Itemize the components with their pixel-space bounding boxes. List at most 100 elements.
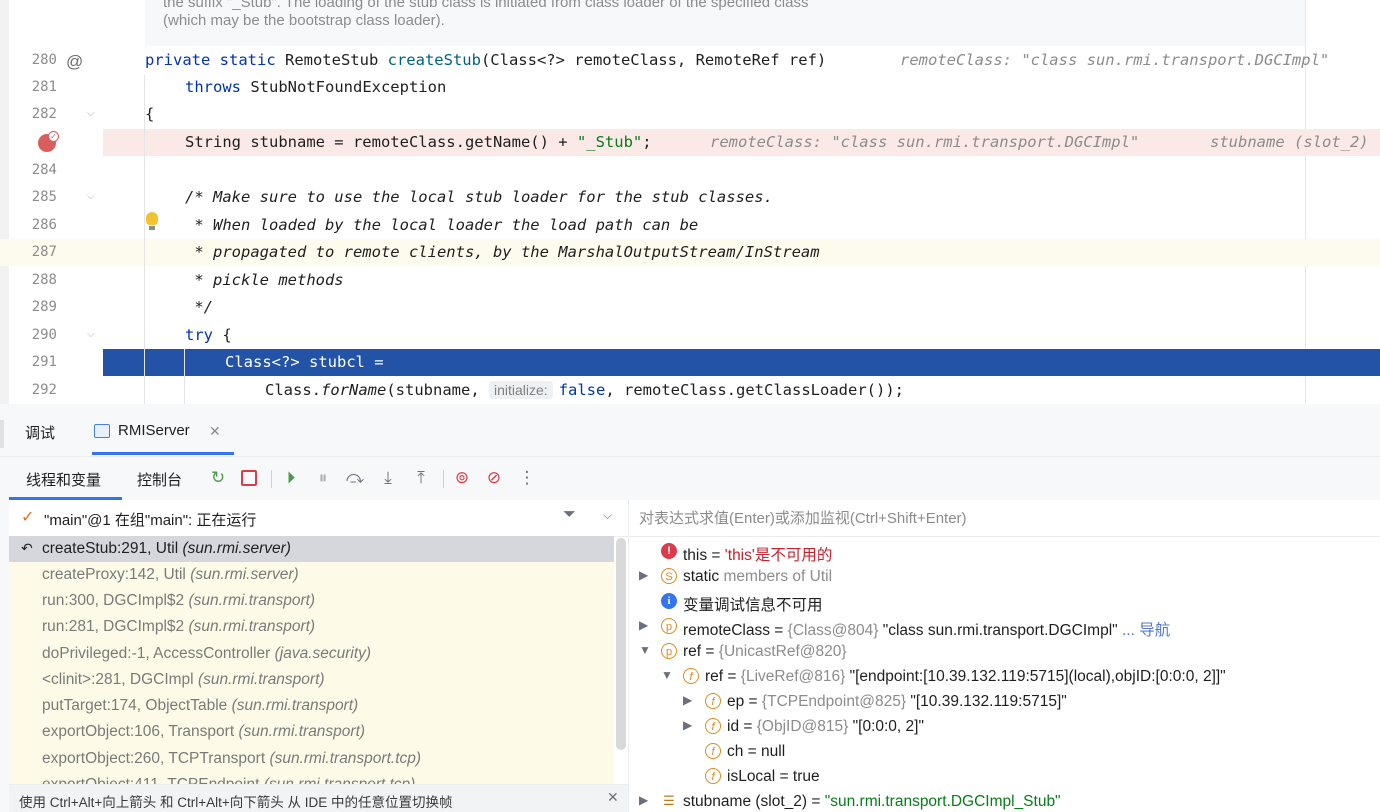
code-line-286[interactable]: 286 * When loaded by the local loader th…: [0, 212, 1380, 239]
collapse-arrow-icon[interactable]: ▼: [639, 643, 651, 657]
keyword: false: [558, 381, 606, 399]
tab-threads-variables[interactable]: 线程和变量: [26, 469, 101, 490]
more-options-icon[interactable]: ⋮: [516, 467, 538, 489]
stack-frame[interactable]: doPrivileged:-1, AccessController (java.…: [9, 641, 614, 667]
debug-title: 调试: [25, 425, 56, 442]
code-line-290[interactable]: 290 try {: [0, 322, 1380, 349]
variable-isLocal[interactable]: f isLocal = true: [629, 765, 1380, 790]
stack-frame[interactable]: run:281, DGCImpl$2 (sun.rmi.transport): [9, 614, 614, 640]
line-number: 285: [31, 189, 57, 205]
frame-package: (sun.rmi.transport): [188, 618, 316, 635]
evaluate-expression-input[interactable]: [629, 500, 1380, 536]
code-line-282[interactable]: 282 {: [0, 101, 1380, 128]
code-line-292[interactable]: 292 Class.forName(stubname, initialize: f…: [0, 377, 1380, 404]
variable-ep[interactable]: ▶ f ep = {TCPEndpoint@825} "[10.39.132.1…: [629, 690, 1380, 715]
close-hint-icon[interactable]: ✕: [607, 789, 619, 806]
code-text: (stubname,: [386, 381, 489, 399]
code-text: Class<?> stubcl =: [225, 353, 384, 371]
frame-method: createStub:291, Util: [42, 540, 183, 557]
stack-frame[interactable]: createProxy:142, Util (sun.rmi.server): [9, 562, 614, 588]
fold-chevron-icon[interactable]: ⌵: [87, 108, 95, 119]
lightbulb-icon[interactable]: [146, 212, 158, 225]
toolbar-separator: [443, 470, 444, 488]
override-at-icon[interactable]: @: [66, 52, 83, 72]
step-out-icon[interactable]: ⤒: [410, 467, 432, 489]
code-line-289[interactable]: 289 */: [0, 294, 1380, 321]
javadoc-line: the suffix "_Stub". The loading of the s…: [163, 0, 809, 11]
stack-frame[interactable]: exportObject:106, Transport (sun.rmi.tra…: [9, 719, 614, 745]
code-line-291-execution-point[interactable]: Class<?> stubcl =: [103, 349, 1380, 376]
frame-method: doPrivileged:-1, AccessController: [42, 645, 275, 662]
code-line-285[interactable]: 285 /* Make sure to use the local stub l…: [0, 184, 1380, 211]
frame-method: putTarget:174, ObjectTable: [42, 697, 232, 714]
variable-remoteClass[interactable]: ▶ p remoteClass = {Class@804} "class sun…: [629, 615, 1380, 640]
field-icon: f: [705, 693, 721, 709]
line-number: 286: [31, 217, 57, 233]
comment: * propagated to remote clients, by the M…: [185, 243, 820, 261]
variable-ref-ref[interactable]: ▼ f ref = {LiveRef@816} "[endpoint:[10.3…: [629, 665, 1380, 690]
expand-arrow-icon[interactable]: ▶: [683, 693, 692, 707]
variable-ref[interactable]: ▼ p ref = {UnicastRef@820}: [629, 640, 1380, 665]
code-text: , remoteClass.getClassLoader());: [605, 381, 904, 399]
tab-rmiserver[interactable]: RMIServer ✕: [92, 418, 234, 456]
variable-id[interactable]: ▶ f id = {ObjID@815} "[0:0:0, 2]": [629, 715, 1380, 740]
code-line-283-breakpoint[interactable]: String stubname = remoteClass.getName() …: [103, 129, 1380, 156]
variable-stubname[interactable]: ▶ ☰ stubname (slot_2) = "sun.rmi.transpo…: [629, 790, 1380, 812]
resume-icon[interactable]: ⏵: [280, 467, 302, 489]
stack-frame[interactable]: putTarget:174, ObjectTable (sun.rmi.tran…: [9, 693, 614, 719]
expand-arrow-icon[interactable]: ▶: [639, 793, 648, 807]
close-tab-icon[interactable]: ✕: [209, 423, 221, 440]
stack-frame[interactable]: exportObject:260, TCPTransport (sun.rmi.…: [9, 746, 614, 772]
line-number: 282: [31, 106, 57, 122]
pause-icon[interactable]: ⏸: [312, 467, 334, 489]
var-value: "sun.rmi.transport.DGCImpl_Stub": [824, 793, 1061, 810]
expand-arrow-icon[interactable]: ▶: [683, 718, 692, 732]
inline-value-hint: remoteClass: "class sun.rmi.transport.DG…: [710, 133, 1140, 151]
variables-panel: ! this = 'this'是不可用的 ▶ S static members …: [629, 500, 1380, 812]
step-into-icon[interactable]: ⤓: [377, 467, 399, 489]
code-line-284[interactable]: 284: [0, 157, 1380, 184]
var-value: true: [792, 768, 820, 785]
rerun-icon[interactable]: ↻: [207, 467, 229, 489]
collapse-arrow-icon[interactable]: ▼: [661, 668, 673, 682]
frames-scrollbar[interactable]: [616, 538, 626, 750]
code-line-280[interactable]: 280 private static RemoteStub createStub…: [0, 47, 1380, 74]
var-type: members of Util: [719, 568, 833, 585]
variable-ch[interactable]: f ch = null: [629, 740, 1380, 765]
return-arrow-icon: ↶: [21, 540, 33, 556]
line-number: 287: [31, 244, 57, 260]
stack-frame[interactable]: run:300, DGCImpl$2 (sun.rmi.transport): [9, 588, 614, 614]
fold-chevron-icon[interactable]: ⌵: [87, 329, 95, 340]
filter-icon[interactable]: ⏷: [563, 506, 576, 524]
code-editor[interactable]: the suffix "_Stub". The loading of the s…: [0, 0, 1380, 404]
stack-frame-list[interactable]: ↶ createStub:291, Util (sun.rmi.server) …: [9, 536, 614, 793]
stop-button[interactable]: [238, 467, 260, 489]
fold-chevron-icon[interactable]: ⌵: [87, 191, 95, 202]
step-over-icon[interactable]: ⤼: [344, 467, 366, 489]
variable-this[interactable]: ! this = 'this'是不可用的: [629, 540, 1380, 565]
var-name: this: [683, 547, 708, 564]
frame-method: createProxy:142, Util: [42, 566, 191, 583]
tab-console[interactable]: 控制台: [137, 469, 182, 490]
debug-tool-window: 调试 RMIServer ✕ 线程和变量 控制台 ↻ ⏵ ⏸ ⤼ ⤓ ⤒ ⊚ ⊘…: [0, 404, 1380, 812]
code-text: String stubname = remoteClass.getName() …: [185, 133, 577, 151]
variable-static-members[interactable]: ▶ S static members of Util: [629, 565, 1380, 590]
thread-selector[interactable]: ✓ "main"@1 在组"main": 正在运行 ⏷ ⌵: [9, 500, 628, 537]
code-line-288[interactable]: 288 * pickle methods: [0, 267, 1380, 294]
inline-value-hint: remoteClass: "class sun.rmi.transport.DG…: [900, 51, 1330, 69]
expand-arrow-icon[interactable]: ▶: [639, 568, 648, 582]
navigate-link[interactable]: ... 导航: [1122, 622, 1170, 639]
parameter-icon: p: [661, 643, 677, 659]
mute-breakpoints-icon[interactable]: ⊘: [483, 467, 505, 489]
stack-frame-current[interactable]: ↶ createStub:291, Util (sun.rmi.server): [9, 536, 614, 562]
expand-arrow-icon[interactable]: ▶: [639, 618, 648, 632]
view-breakpoints-icon[interactable]: ⊚: [451, 467, 473, 489]
chevron-down-icon[interactable]: ⌵: [603, 508, 612, 523]
stack-frame[interactable]: <clinit>:281, DGCImpl (sun.rmi.transport…: [9, 667, 614, 693]
frame-method: run:300, DGCImpl$2: [42, 592, 189, 609]
var-type: {TCPEndpoint@825}: [761, 693, 907, 710]
inline-value-hint: stubname (slot_2): [1210, 133, 1369, 151]
code-text: Class.: [265, 381, 321, 399]
code-line-281[interactable]: 281 throws StubNotFoundException: [0, 74, 1380, 101]
code-line-287[interactable]: 287 * propagated to remote clients, by t…: [0, 239, 1380, 266]
